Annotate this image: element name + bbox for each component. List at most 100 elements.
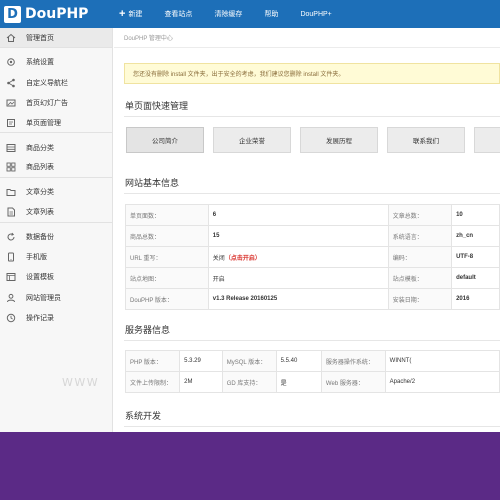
logo-mark: D	[4, 5, 21, 23]
sidebar-item-slideshow[interactable]: 首页幻灯广告	[0, 93, 112, 113]
quick-button-about[interactable]: 公司简介	[126, 127, 204, 153]
site-info-label: 单页面数：	[125, 204, 209, 226]
top-nav: + 新建 查看站点 清除缓存 帮助 DouPHP+	[119, 0, 354, 28]
home-icon	[6, 33, 16, 43]
gear-icon	[6, 57, 16, 67]
server-info-value: 5.5.40	[275, 350, 322, 372]
view-site-link[interactable]: 查看站点	[164, 9, 192, 19]
install-warning: 您还没有删除 install 文件夹，出于安全的考虑，我们建议您删除 insta…	[124, 63, 500, 84]
url-rewrite-enable-link[interactable]: （点击开启）	[225, 256, 261, 262]
site-info-value: v1.3 Release 20160125	[207, 288, 389, 310]
sidebar-item-label: 商品列表	[26, 164, 54, 172]
footer-band	[0, 432, 500, 500]
user-icon	[6, 293, 16, 303]
sidebar-item-label: 自定义导航栏	[26, 79, 68, 87]
quick-manage-title: 单页面快速管理	[125, 101, 189, 111]
site-info-value: default	[451, 267, 500, 289]
sidebar-item-label: 网站管理员	[26, 294, 61, 302]
sidebar-item-product-list[interactable]: 商品列表	[0, 158, 112, 179]
table-row: DouPHP 版本： v1.3 Release 20160125 安装日期： 2…	[125, 288, 500, 310]
server-info-label: Web 服务器：	[320, 371, 386, 393]
slideshow-icon	[6, 98, 16, 108]
sidebar-item-label: 手机版	[26, 254, 47, 262]
server-info-value: 5.3.29	[179, 350, 223, 372]
site-info-label: DouPHP 版本：	[125, 288, 209, 310]
server-info-label: 服务器操作系统：	[320, 350, 386, 372]
url-rewrite-value: 关闭（点击开启）	[207, 246, 389, 268]
sidebar-item-nav[interactable]: 自定义导航栏	[0, 73, 112, 93]
category-icon	[6, 143, 16, 153]
sidebar-item-label: 系统设置	[26, 59, 54, 67]
sidebar-item-mobile[interactable]: 手机版	[0, 247, 112, 267]
folder-icon	[6, 187, 16, 197]
sidebar-item-template[interactable]: 设置模板	[0, 267, 112, 287]
server-info-value: WINNT(	[384, 350, 500, 372]
site-info-label: 站点地图：	[125, 267, 209, 289]
site-info-label: 文章总数：	[387, 204, 453, 226]
mobile-icon	[6, 252, 16, 262]
site-info-label: 系统语言：	[387, 225, 453, 247]
brand-name: DouPHP	[25, 6, 89, 22]
table-row: URL 重写： 关闭（点击开启） 编码： UTF-8	[125, 246, 500, 268]
document-icon	[6, 207, 16, 217]
site-info-value: 15	[207, 225, 389, 247]
brand-logo[interactable]: D DouPHP	[4, 5, 88, 23]
plus-icon: +	[119, 7, 126, 20]
site-info-table: 单页面数： 6 文章总数： 10 商品总数： 15 系统语言： zh_cn UR…	[125, 204, 500, 310]
site-info-label: 站点模板：	[387, 267, 453, 289]
sidebar-item-label: 文章列表	[26, 209, 54, 217]
site-info-value: 10	[451, 204, 500, 226]
clear-cache-link[interactable]: 清除缓存	[214, 9, 242, 19]
new-menu[interactable]: + 新建	[119, 7, 143, 20]
share-icon	[6, 78, 16, 88]
site-info-value: 2016	[451, 288, 500, 310]
server-info-value: 是	[275, 371, 322, 393]
sidebar-item-pages[interactable]: 单页面管理	[0, 113, 112, 134]
main-content: DouPHP 管理中心 您还没有删除 install 文件夹，出于安全的考虑，我…	[114, 28, 500, 448]
divider	[124, 193, 500, 194]
server-info-value: Apache/2	[384, 371, 500, 393]
sidebar-item-admins[interactable]: 网站管理员	[0, 288, 112, 308]
site-info-value: zh_cn	[451, 225, 500, 247]
server-info-label: GD 库支持：	[221, 371, 277, 393]
top-bar: D DouPHP + 新建 查看站点 清除缓存 帮助 DouPHP+	[0, 0, 500, 28]
template-icon	[6, 272, 16, 282]
douphp-plus-link[interactable]: DouPHP+	[300, 11, 331, 18]
new-label: 新建	[128, 11, 143, 18]
quick-button-history[interactable]: 发展历程	[300, 127, 378, 153]
sidebar-item-logs[interactable]: 操作记录	[0, 308, 112, 328]
sidebar-item-label: 管理首页	[26, 34, 54, 42]
divider	[124, 116, 500, 117]
help-link[interactable]: 帮助	[264, 9, 278, 19]
quick-button-contact[interactable]: 联系我们	[387, 127, 465, 153]
site-info-value: 6	[207, 204, 389, 226]
quick-button-honor[interactable]: 企业荣誉	[213, 127, 291, 153]
quick-button-more[interactable]	[474, 127, 500, 153]
table-row: 站点地图： 开启 站点模板： default	[125, 267, 500, 289]
site-info-label: 编码：	[387, 246, 453, 268]
sidebar-item-backup[interactable]: 数据备份	[0, 227, 112, 247]
server-info-title: 服务器信息	[125, 325, 171, 335]
sidebar-item-label: 数据备份	[26, 233, 54, 241]
divider	[124, 426, 500, 427]
sidebar-item-settings[interactable]: 系统设置	[0, 52, 112, 72]
table-row: 商品总数： 15 系统语言： zh_cn	[125, 225, 500, 247]
table-row: 文件上传限制： 2M GD 库支持： 是 Web 服务器： Apache/2	[124, 371, 500, 393]
dev-title: 系统开发	[125, 411, 162, 421]
server-info-value: 2M	[179, 371, 223, 393]
sidebar-item-home[interactable]: 管理首页	[0, 28, 112, 49]
table-row: 单页面数： 6 文章总数： 10	[125, 204, 500, 226]
sidebar-item-label: 单页面管理	[26, 119, 61, 127]
divider	[124, 340, 500, 341]
refresh-icon	[6, 232, 16, 242]
watermark-text: WWW	[62, 376, 100, 389]
site-info-label: 商品总数：	[125, 225, 209, 247]
url-rewrite-status: 关闭	[212, 255, 225, 262]
breadcrumb: DouPHP 管理中心	[114, 28, 500, 48]
sidebar-item-product-category[interactable]: 商品分类	[0, 137, 112, 157]
sidebar-item-article-list[interactable]: 文章列表	[0, 202, 112, 223]
site-info-label: URL 重写：	[125, 246, 209, 268]
sidebar-item-article-category[interactable]: 文章分类	[0, 182, 112, 202]
sidebar-item-label: 操作记录	[26, 315, 54, 322]
site-info-title: 网站基本信息	[125, 178, 180, 188]
